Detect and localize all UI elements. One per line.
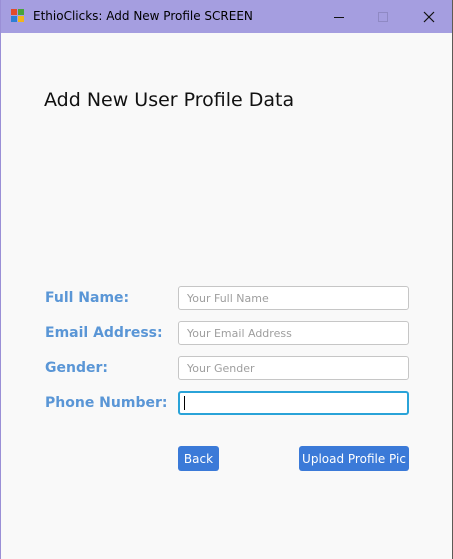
full-name-label: Full Name:	[45, 290, 130, 306]
text-caret	[184, 396, 185, 410]
title-bar[interactable]: EthioClicks: Add New Profile SCREEN	[1, 0, 452, 33]
minimize-button[interactable]	[316, 0, 362, 33]
app-icon	[11, 9, 25, 23]
gender-field[interactable]	[178, 356, 409, 380]
full-name-field[interactable]	[178, 286, 409, 310]
back-button[interactable]: Back	[178, 446, 219, 471]
phone-number-field[interactable]	[178, 391, 409, 415]
upload-profile-pic-button[interactable]: Upload Profile Pic	[299, 446, 409, 471]
page-title: Add New User Profile Data	[44, 89, 295, 111]
close-icon	[423, 11, 435, 22]
maximize-button[interactable]	[360, 0, 406, 33]
maximize-icon	[378, 11, 388, 22]
minimize-icon	[334, 16, 344, 18]
window-title: EthioClicks: Add New Profile SCREEN	[33, 9, 253, 23]
close-button[interactable]	[406, 0, 452, 33]
email-address-label: Email Address:	[45, 325, 163, 341]
phone-number-label: Phone Number:	[45, 395, 168, 411]
gender-label: Gender:	[45, 360, 108, 376]
app-window: EthioClicks: Add New Profile SCREEN Add …	[0, 0, 452, 559]
email-address-field[interactable]	[178, 321, 409, 345]
